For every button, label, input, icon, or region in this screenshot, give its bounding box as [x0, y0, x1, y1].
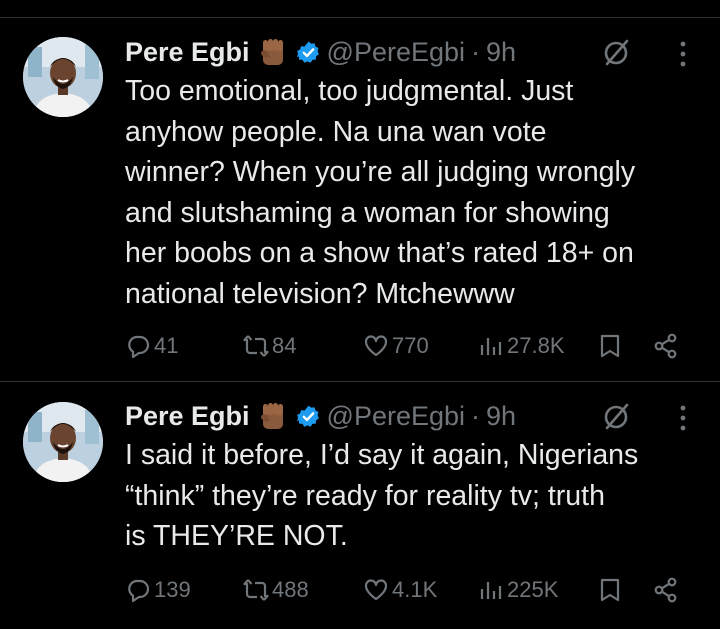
more-options-icon[interactable] [678, 40, 688, 68]
action-bar: 139 488 4.1K 225K [125, 574, 688, 606]
tweet-1[interactable]: Pere Egbi @PereEgbi · 9h Too emotional, … [0, 0, 720, 380]
bookmark-button[interactable] [597, 330, 623, 362]
bookmark-icon [600, 578, 620, 602]
tweet-text: Too emotional, too judgmental. Just anyh… [125, 75, 636, 310]
raised-fist-emoji-icon [258, 37, 288, 67]
share-icon [654, 333, 677, 359]
repost-button[interactable]: 488 [243, 574, 309, 606]
views-chart-icon [480, 338, 502, 355]
author-handle[interactable]: @PereEgbi [327, 37, 465, 68]
repost-count: 84 [272, 333, 297, 358]
reply-icon [128, 579, 150, 603]
bookmark-icon [600, 334, 620, 358]
views-button[interactable]: 225K [478, 574, 558, 606]
share-button[interactable] [653, 330, 679, 362]
like-button[interactable]: 770 [363, 330, 429, 362]
avatar[interactable] [23, 37, 103, 117]
reply-button[interactable]: 139 [125, 574, 191, 606]
views-chart-icon [480, 582, 502, 599]
author-handle[interactable]: @PereEgbi [327, 401, 465, 432]
like-count: 770 [392, 333, 429, 358]
heart-icon [364, 579, 388, 601]
share-button[interactable] [653, 574, 679, 606]
tweet-text: I said it before, I’d say it again, Nige… [125, 439, 639, 552]
repost-count: 488 [272, 577, 309, 602]
grok-icon[interactable] [602, 37, 632, 67]
reply-button[interactable]: 41 [125, 330, 178, 362]
views-count: 225K [507, 577, 559, 602]
repost-icon [243, 335, 269, 357]
author-name[interactable]: Pere Egbi [125, 37, 250, 68]
reply-icon [128, 335, 150, 359]
verified-badge-icon [296, 40, 321, 65]
separator-dot: · [471, 36, 481, 67]
share-icon [654, 577, 677, 603]
more-options-icon[interactable] [678, 404, 688, 432]
tweet-2[interactable]: Pere Egbi @PereEgbi · 9h I said it befor… [0, 382, 720, 629]
bookmark-button[interactable] [597, 574, 623, 606]
raised-fist-emoji-icon [258, 401, 288, 431]
avatar[interactable] [23, 402, 103, 482]
views-button[interactable]: 27.8K [478, 330, 565, 362]
views-count: 27.8K [507, 333, 565, 358]
repost-button[interactable]: 84 [243, 330, 296, 362]
timestamp[interactable]: 9h [486, 401, 516, 432]
reply-count: 139 [154, 577, 191, 602]
repost-icon [243, 579, 269, 601]
heart-icon [364, 335, 388, 357]
action-bar: 41 84 770 27.8K [125, 330, 688, 362]
like-count: 4.1K [392, 577, 438, 602]
verified-badge-icon [296, 404, 321, 429]
author-name[interactable]: Pere Egbi [125, 401, 250, 432]
timestamp[interactable]: 9h [486, 37, 516, 68]
grok-icon[interactable] [602, 401, 632, 431]
reply-count: 41 [154, 333, 179, 358]
like-button[interactable]: 4.1K [363, 574, 437, 606]
separator-dot: · [471, 400, 481, 431]
